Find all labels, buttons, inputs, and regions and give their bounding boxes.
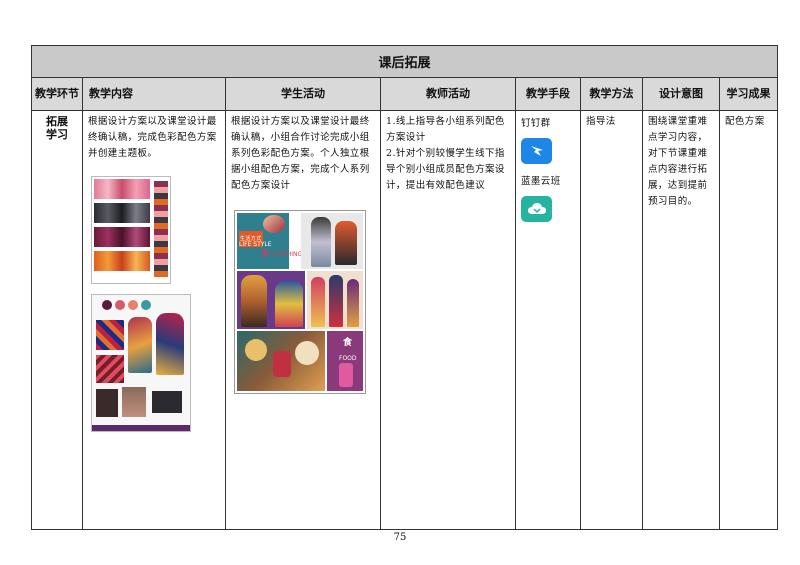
header-teaching-tools: 教学手段 — [515, 77, 581, 111]
dingtalk-icon — [521, 138, 552, 164]
lifestyle-moodboard-image: 生活方式 LIFE STYLE 衣 CLOTHING 食 FOOD — [234, 210, 366, 394]
fabric-swatch-image — [91, 176, 171, 284]
header-content: 教学内容 — [82, 77, 226, 111]
tool-label-mosoteach: 蓝墨云班 — [521, 176, 561, 187]
header-teaching-method: 教学方法 — [580, 77, 643, 111]
header-learning-outcome: 学习成果 — [718, 77, 779, 111]
document-page: 课后拓展 教学环节 教学内容 学生活动 教师活动 教学手段 教学方法 设计意图 … — [0, 0, 800, 565]
content-text: 根据设计方案以及课堂设计最终确认稿，完成色彩配色方案并创建主题板。 — [88, 116, 217, 159]
moodboard-clothing-cn: 衣 — [261, 248, 270, 258]
design-intent-cell: 围绕课堂重难点学习内容，对下节课重难点内容进行拓展，达到提前预习目的。 — [642, 110, 720, 530]
teaching-method-cell: 指导法 — [580, 110, 643, 530]
cloud-icon — [527, 203, 546, 214]
header-student-activity: 学生活动 — [225, 77, 381, 111]
teaching-method-text: 指导法 — [586, 116, 616, 127]
teacher-activity-cell: 1.线上指导各小组系列配色方案设计 2.针对个别较慢学生线下指导个别小组成员配色… — [380, 110, 516, 530]
teaching-tools-cell: 钉钉群 蓝墨云班 — [515, 110, 581, 530]
dingtalk-wing-icon — [530, 146, 543, 156]
student-activity-cell: 根据设计方案以及课堂设计最终确认稿，小组合作讨论完成小组系列色彩配色方案。个人独… — [225, 110, 381, 530]
header-design-intent: 设计意图 — [642, 77, 720, 111]
design-intent-text: 围绕课堂重难点学习内容，对下节课重难点内容进行拓展，达到提前预习目的。 — [648, 116, 708, 207]
stage-label: 拓展学习 — [46, 115, 68, 141]
header-stage: 教学环节 — [31, 77, 83, 111]
color-scheme-board-image — [91, 294, 191, 432]
tool-label-dingtalk: 钉钉群 — [521, 118, 551, 129]
moodboard-food-cn: 食 — [343, 338, 353, 348]
header-teacher-activity: 教师活动 — [380, 77, 516, 111]
stage-cell: 拓展学习 — [31, 110, 83, 530]
moodboard-clothing: CLOTHING — [271, 251, 303, 258]
learning-outcome-text: 配色方案 — [725, 116, 765, 127]
learning-outcome-cell: 配色方案 — [718, 110, 779, 530]
page-number: 75 — [393, 532, 407, 543]
content-cell: 根据设计方案以及课堂设计最终确认稿，完成色彩配色方案并创建主题板。 — [82, 110, 226, 530]
table-title: 课后拓展 — [30, 45, 779, 78]
mosoteach-cloud-icon — [521, 196, 552, 222]
lesson-plan-table: 课后拓展 教学环节 教学内容 学生活动 教师活动 教学手段 教学方法 设计意图 … — [30, 45, 779, 530]
teacher-activity-item-1: 1.线上指导各小组系列配色方案设计 — [386, 116, 505, 143]
student-activity-text: 根据设计方案以及课堂设计最终确认稿，小组合作讨论完成小组系列色彩配色方案。个人独… — [231, 116, 370, 191]
teacher-activity-item-2: 2.针对个别较慢学生线下指导个别小组成员配色方案设计，提出有效配色建议 — [386, 148, 505, 191]
